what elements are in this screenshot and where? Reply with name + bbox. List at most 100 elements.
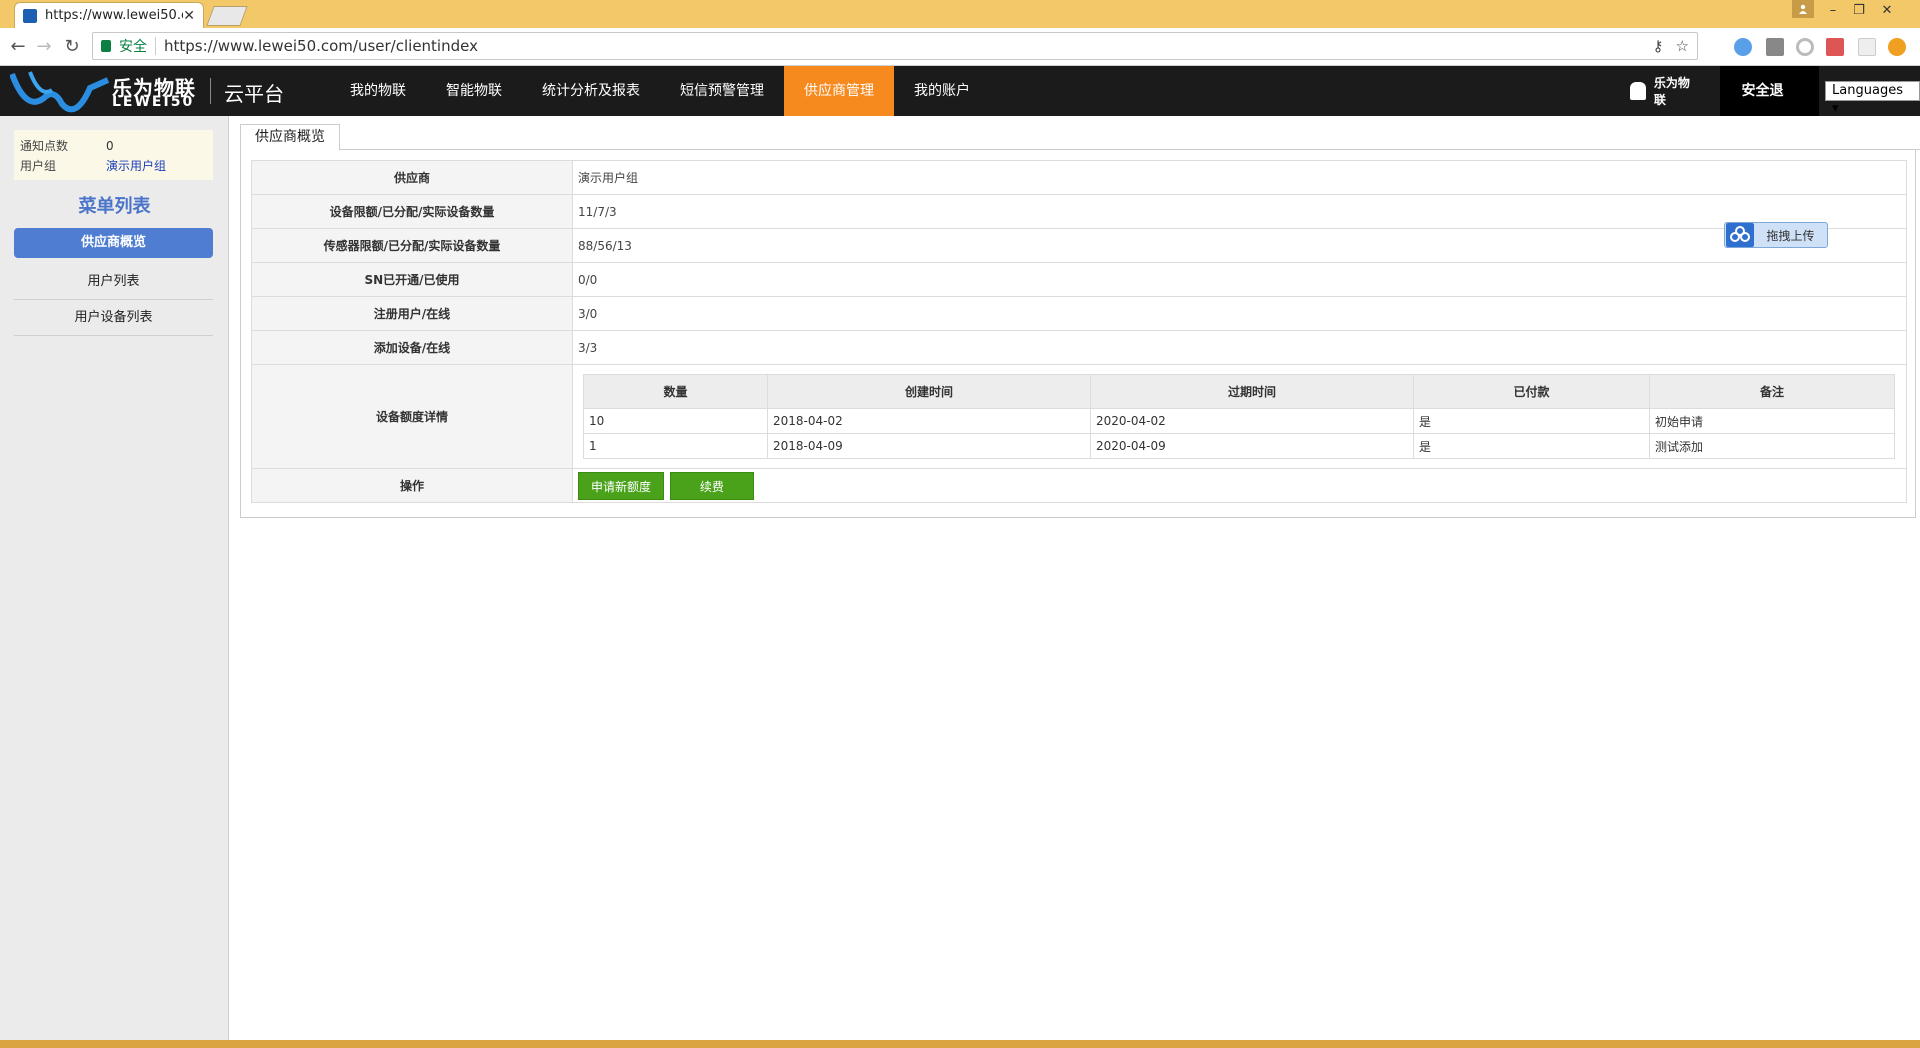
translate-extension-icon[interactable]: [1826, 38, 1844, 56]
nav-my-iot[interactable]: 我的物联: [330, 66, 426, 116]
sidebar-item-user-list[interactable]: 用户列表: [14, 264, 213, 300]
close-window-icon[interactable]: ✕: [1876, 0, 1898, 20]
table-row: 添加设备/在线 3/3: [251, 330, 1907, 365]
col-header: 已付款: [1413, 374, 1650, 409]
address-separator: [155, 37, 156, 55]
browser-tab[interactable]: https://www.lewei50.cc ✕: [14, 2, 204, 28]
quota-data-row: 1 2018-04-09 2020-04-09 是 测试添加: [583, 433, 1895, 459]
browser-toolbar: ← → ↻ 安全 https://www.lewei50.com/user/cl…: [0, 28, 1920, 66]
platform-title: 云平台: [224, 82, 284, 106]
os-taskbar: [0, 1040, 1920, 1048]
circle-extension-icon[interactable]: [1796, 38, 1814, 56]
profile-icon[interactable]: [1792, 0, 1814, 18]
apply-quota-button[interactable]: 申请新额度: [578, 471, 664, 500]
site-favicon-icon: [23, 8, 37, 23]
quota-cell-count: 10: [583, 408, 768, 434]
site-header: 乐为物联 LEWEI50 云平台 我的物联 智能物联 统计分析及报表 短信预警管…: [0, 66, 1920, 149]
table-row: SN已开通/已使用 0/0: [251, 262, 1907, 297]
sidebar-item-user-device-list[interactable]: 用户设备列表: [14, 300, 213, 336]
secure-label: 安全: [119, 39, 147, 55]
row-label: SN已开通/已使用: [251, 262, 573, 297]
close-tab-icon[interactable]: ✕: [183, 8, 195, 24]
nav-statistics[interactable]: 统计分析及报表: [522, 66, 660, 116]
row-label: 供应商: [251, 160, 573, 195]
info-key: 用户组: [20, 159, 57, 173]
quota-cell-created: 2018-04-02: [767, 408, 1091, 434]
quota-data-row: 10 2018-04-02 2020-04-02 是 初始申请: [583, 408, 1895, 434]
quota-cell-paid: 是: [1413, 433, 1650, 459]
cookie-extension-icon[interactable]: [1766, 38, 1784, 56]
row-label: 设备额度详情: [251, 364, 573, 469]
table-row: 供应商 演示用户组: [251, 160, 1907, 195]
quota-cell-paid: 是: [1413, 408, 1650, 434]
row-value: 3/3: [572, 330, 1907, 365]
logo-en-text: LEWEI50: [112, 94, 195, 110]
row-value: 0/0: [572, 262, 1907, 297]
col-header: 数量: [583, 374, 768, 409]
account-info-box: 通知点数 0 用户组 演示用户组: [14, 130, 213, 180]
header-right: 乐为物联 安全退出 Languages ▾: [1630, 66, 1920, 149]
nav-supplier-management[interactable]: 供应商管理: [784, 66, 894, 116]
url-text[interactable]: https://www.lewei50.com/user/clientindex: [164, 37, 478, 55]
quota-cell-note: 测试添加: [1649, 433, 1895, 459]
quota-row: 设备额度详情 数量 创建时间 过期时间 已付款 备注 10 2018-04-02: [251, 364, 1907, 469]
quota-cell: 数量 创建时间 过期时间 已付款 备注 10 2018-04-02 2020-0…: [572, 364, 1907, 469]
quota-cell-expires: 2020-04-02: [1090, 408, 1414, 434]
info-row-group: 用户组 演示用户组: [20, 156, 207, 176]
nav-smart-iot[interactable]: 智能物联: [426, 66, 522, 116]
minimize-window-icon[interactable]: –: [1822, 0, 1844, 20]
alert-extension-icon[interactable]: [1888, 38, 1906, 56]
info-row-points: 通知点数 0: [20, 136, 207, 156]
renew-button[interactable]: 续费: [669, 471, 754, 500]
quota-cell-count: 1: [583, 433, 768, 459]
col-header: 过期时间: [1090, 374, 1414, 409]
logo-wave-icon: [10, 71, 110, 113]
nav-sms-alerts[interactable]: 短信预警管理: [660, 66, 784, 116]
table-row: 设备限额/已分配/实际设备数量 11/7/3: [251, 194, 1907, 229]
user-group-link[interactable]: 演示用户组: [106, 156, 166, 176]
row-value: 11/7/3: [572, 194, 1907, 229]
table-row: 传感器限额/已分配/实际设备数量 88/56/13: [251, 228, 1907, 263]
info-key: 通知点数: [20, 139, 69, 153]
nav-my-account[interactable]: 我的账户: [894, 66, 990, 116]
row-label: 注册用户/在线: [251, 296, 573, 331]
address-bar[interactable]: 安全 https://www.lewei50.com/user/clientin…: [92, 32, 1698, 60]
overview-panel: 供应商 演示用户组 设备限额/已分配/实际设备数量 11/7/3 传感器限额/已…: [240, 150, 1916, 518]
browser-tabbar: https://www.lewei50.cc ✕ – ❐ ✕: [0, 0, 1920, 28]
drag-upload-widget[interactable]: 拖拽上传: [1724, 222, 1828, 248]
new-tab-button[interactable]: [206, 6, 248, 26]
cloud-upload-icon: [1726, 223, 1754, 247]
row-label: 传感器限额/已分配/实际设备数量: [251, 228, 573, 263]
tab-supplier-overview[interactable]: 供应商概览: [240, 124, 340, 151]
back-arrow-icon[interactable]: ←: [8, 37, 28, 57]
android-icon[interactable]: [1630, 82, 1646, 100]
logout-button[interactable]: 安全退出: [1719, 66, 1820, 149]
logo-divider: [210, 78, 211, 104]
overview-table: 供应商 演示用户组 设备限额/已分配/实际设备数量 11/7/3 传感器限额/已…: [251, 160, 1907, 503]
sidebar: 通知点数 0 用户组 演示用户组 菜单列表 供应商概览 用户列表 用户设备列表: [0, 116, 229, 1040]
site-logo[interactable]: 乐为物联 LEWEI50 云平台: [10, 68, 290, 114]
forward-arrow-icon[interactable]: →: [34, 37, 54, 57]
row-value: 3/0: [572, 296, 1907, 331]
row-label: 操作: [251, 468, 573, 503]
info-value: 0: [106, 139, 114, 153]
language-select[interactable]: Languages ▾: [1825, 81, 1920, 116]
main-nav: 我的物联 智能物联 统计分析及报表 短信预警管理 供应商管理 我的账户: [330, 66, 990, 116]
ops-row: 操作 申请新额度 续费: [251, 468, 1907, 503]
row-value: 演示用户组: [572, 160, 1907, 195]
key-icon[interactable]: ⚷: [1653, 37, 1664, 55]
extension-icon[interactable]: [1734, 38, 1752, 56]
quota-cell-created: 2018-04-09: [767, 433, 1091, 459]
sidebar-item-supplier-overview[interactable]: 供应商概览: [14, 228, 213, 258]
row-value: 88/56/13: [572, 228, 1907, 263]
quota-cell-expires: 2020-04-09: [1090, 433, 1414, 459]
lock-icon: [101, 40, 111, 52]
reload-icon[interactable]: ↻: [62, 37, 82, 57]
restore-window-icon[interactable]: ❐: [1848, 0, 1870, 20]
bookmark-star-icon[interactable]: ☆: [1676, 37, 1689, 55]
col-header: 创建时间: [767, 374, 1091, 409]
app-brand-link[interactable]: 乐为物联: [1654, 74, 1702, 108]
sidebar-menu: 供应商概览 用户列表 用户设备列表: [14, 228, 213, 336]
content-tabs: 供应商概览: [240, 124, 1920, 151]
shield-extension-icon[interactable]: [1858, 38, 1876, 56]
